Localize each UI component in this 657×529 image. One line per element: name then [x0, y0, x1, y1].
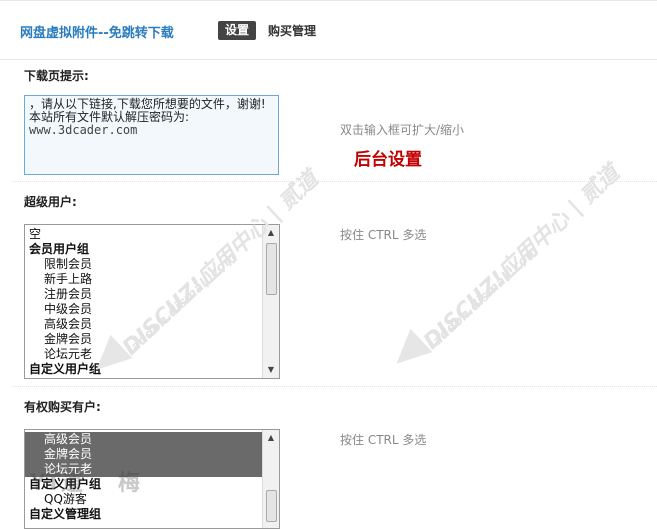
- select-option[interactable]: 空: [25, 227, 262, 242]
- buyers-hint: 按住 CTRL 多选: [340, 433, 427, 447]
- backend-settings-caption: 后台设置: [354, 150, 422, 170]
- optgroup-label: 会员用户组: [29, 242, 90, 256]
- super-users-label: 超级用户:: [24, 195, 77, 209]
- section-divider: [12, 181, 657, 182]
- watermark-site: addon.dismall.com: [430, 243, 542, 349]
- super-users-options: 空会员用户组 限制会员 新手上路 注册会员 中级会员 高级会员 金牌会员 论坛元老 自定义用户组: [25, 225, 262, 378]
- optgroup-label: 自定义用户组: [29, 362, 102, 376]
- buyers-label: 有权购买有户:: [24, 400, 101, 414]
- watermark-logo-icon: [385, 328, 433, 376]
- tab-purchase-management[interactable]: 购买管理: [268, 22, 316, 41]
- select-option[interactable]: 论坛元老: [25, 347, 262, 362]
- download-tip-text: ，请从以下链接,下载您所想要的文件，谢谢! 本站所有文件默认解压密码为:: [29, 97, 266, 124]
- overlay-text-right: 梅: [118, 471, 141, 496]
- scroll-thumb[interactable]: [266, 243, 277, 295]
- select-option[interactable]: 注册会员: [25, 287, 262, 302]
- top-bar: 网盘虚拟附件--免跳转下载 设置 购买管理: [0, 0, 657, 60]
- super-users-select[interactable]: 空会员用户组 限制会员 新手上路 注册会员 中级会员 高级会员 金牌会员 论坛元老 自定义用户组…: [24, 224, 280, 379]
- download-tip-url: www.3dcader.com: [29, 123, 138, 137]
- tab-settings[interactable]: 设置: [218, 21, 257, 40]
- download-tip-textarea[interactable]: ，请从以下链接,下载您所想要的文件，谢谢! 本站所有文件默认解压密码为: www…: [24, 95, 279, 175]
- select-option[interactable]: 高级会员: [25, 432, 262, 447]
- section-divider: [12, 386, 657, 387]
- scroll-down-icon[interactable]: ▼: [263, 362, 279, 378]
- buyers-scrollbar[interactable]: ▲: [262, 430, 279, 528]
- scroll-thumb[interactable]: [266, 490, 277, 522]
- select-option[interactable]: 新手上路: [25, 272, 262, 287]
- select-option[interactable]: 金牌会员: [25, 447, 262, 462]
- super-users-scrollbar[interactable]: ▲ ▼: [262, 225, 279, 378]
- select-option[interactable]: 金牌会员: [25, 332, 262, 347]
- overlay-text-left: YT道: [30, 471, 83, 496]
- scroll-up-icon[interactable]: ▲: [263, 430, 279, 446]
- select-option[interactable]: 限制会员: [25, 257, 262, 272]
- select-option[interactable]: 高级会员: [25, 317, 262, 332]
- select-option[interactable]: 中级会员: [25, 302, 262, 317]
- download-tip-label: 下载页提示:: [24, 69, 89, 83]
- app-title: 网盘虚拟附件--免跳转下载: [20, 26, 174, 41]
- scroll-up-icon[interactable]: ▲: [263, 225, 279, 241]
- watermark-brand: DISCUZ!应用中心 | 贰道: [419, 160, 625, 355]
- textarea-resize-hint: 双击输入框可扩大/缩小: [340, 123, 465, 137]
- super-users-hint: 按住 CTRL 多选: [340, 228, 427, 242]
